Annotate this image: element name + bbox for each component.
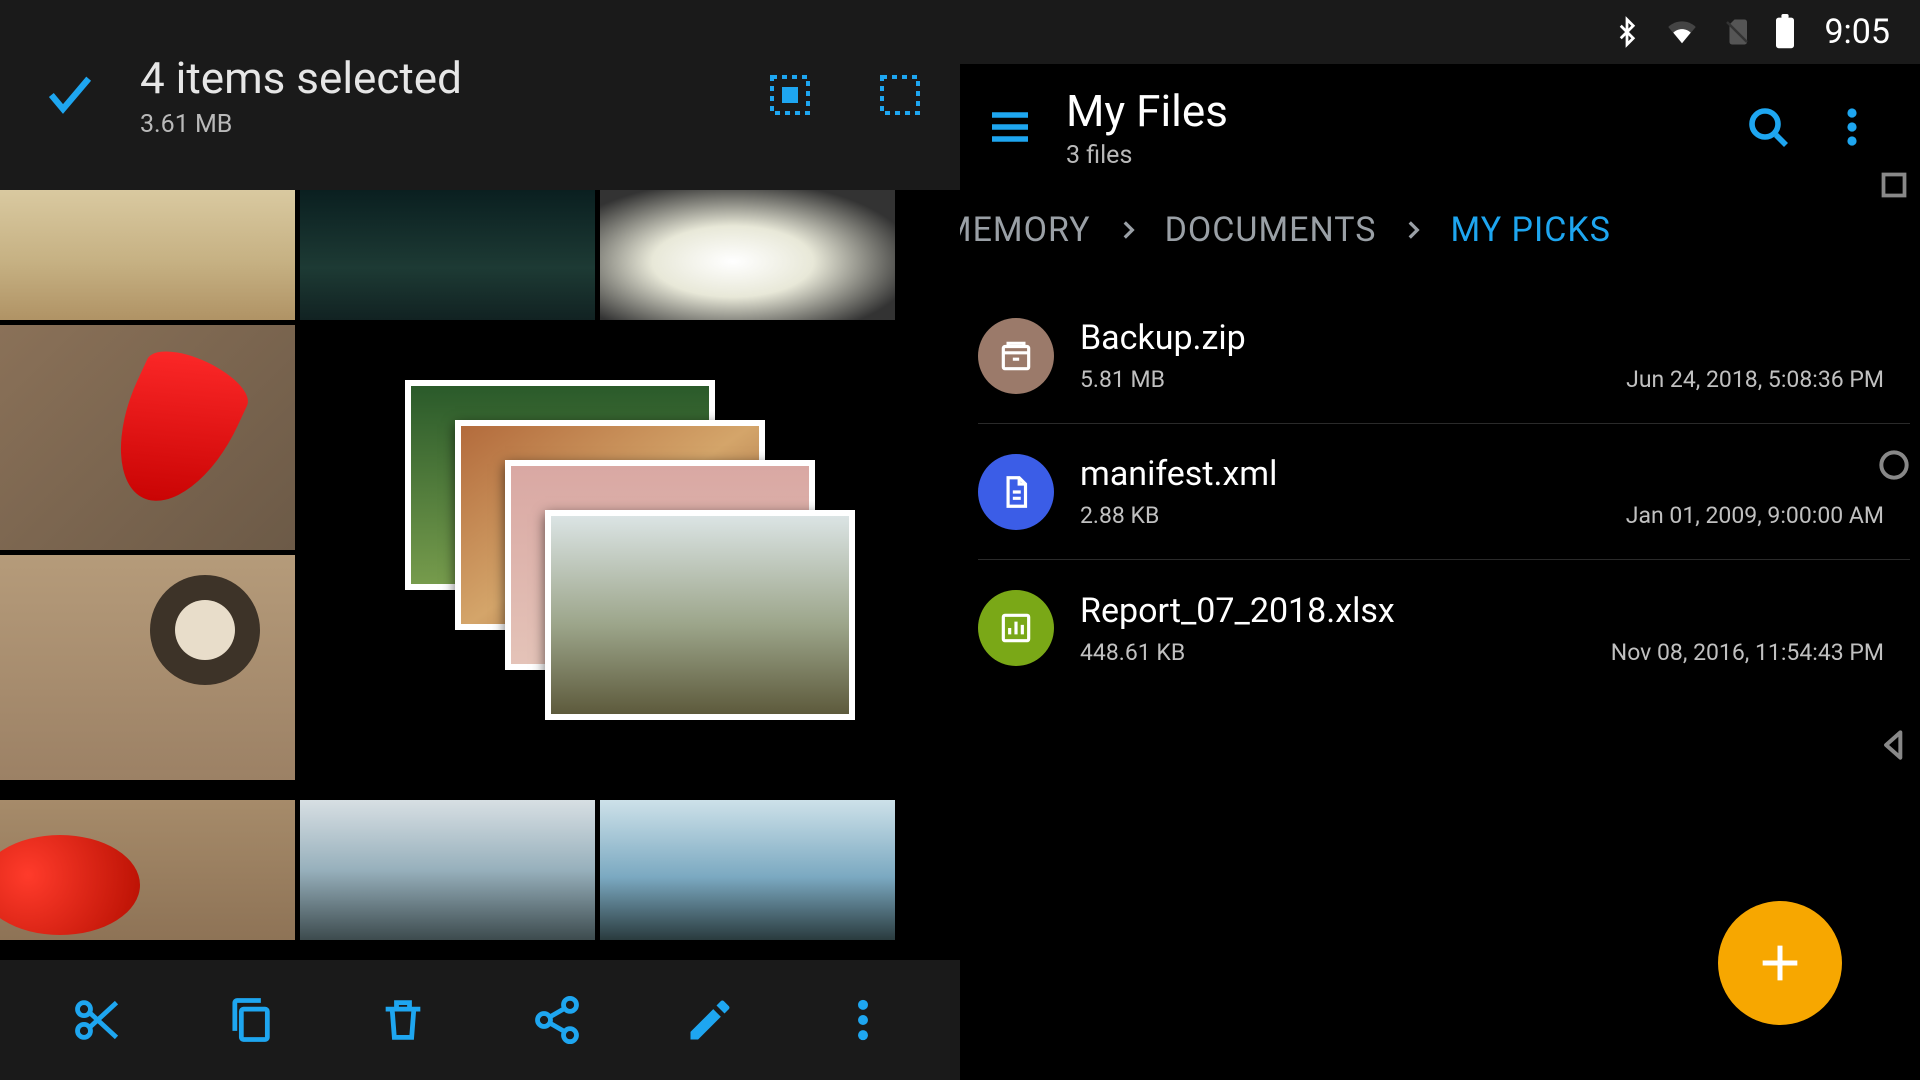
battery-icon: [1774, 14, 1796, 50]
file-type-icon: [978, 590, 1054, 666]
deselect-all-button[interactable]: [870, 65, 930, 125]
wifi-icon: [1664, 17, 1700, 47]
files-title: My Files: [1066, 85, 1712, 137]
more-button[interactable]: [828, 985, 898, 1055]
no-sim-icon: [1722, 15, 1752, 49]
file-type-icon: [978, 454, 1054, 530]
files-title-block: My Files 3 files: [1066, 85, 1712, 170]
file-date: Nov 08, 2016, 11:54:43 PM: [1611, 639, 1884, 666]
files-count: 3 files: [1066, 141, 1712, 170]
status-bar: 9:05: [960, 0, 1920, 64]
back-button[interactable]: [1869, 720, 1919, 770]
file-size: 5.81 MB: [1080, 366, 1165, 393]
photo-thumb[interactable]: [300, 190, 595, 320]
delete-button[interactable]: [368, 985, 438, 1055]
file-row[interactable]: manifest.xml 2.88 KB Jan 01, 2009, 9:00:…: [978, 424, 1910, 560]
status-time: 9:05: [1824, 12, 1890, 52]
add-button[interactable]: [1718, 901, 1842, 1025]
breadcrumb-item-active[interactable]: MY PICKS: [1450, 210, 1610, 250]
selection-size: 3.61 MB: [140, 110, 710, 139]
breadcrumb-item[interactable]: AL MEMORY: [960, 210, 1091, 250]
file-name: Report_07_2018.xlsx: [1080, 591, 1884, 631]
photo-thumb[interactable]: [0, 800, 295, 940]
photo-thumb[interactable]: [600, 190, 895, 320]
home-button[interactable]: [1869, 440, 1919, 490]
overview-button[interactable]: [1869, 160, 1919, 210]
file-size: 2.88 KB: [1080, 502, 1159, 529]
edit-button[interactable]: [675, 985, 745, 1055]
file-type-icon: [978, 318, 1054, 394]
file-row[interactable]: Report_07_2018.xlsx 448.61 KB Nov 08, 20…: [978, 560, 1910, 696]
chevron-right-icon: [1400, 217, 1426, 243]
file-date: Jan 01, 2009, 9:00:00 AM: [1626, 502, 1884, 529]
breadcrumb-item[interactable]: DOCUMENTS: [1165, 210, 1377, 250]
photo-grid[interactable]: [0, 190, 960, 960]
system-navbar: [1858, 160, 1920, 770]
photo-thumb[interactable]: [600, 800, 895, 940]
bluetooth-icon: [1612, 15, 1642, 49]
file-size: 448.61 KB: [1080, 639, 1185, 666]
selection-title: 4 items selected: [140, 52, 710, 104]
search-button[interactable]: [1740, 99, 1796, 155]
photo-thumb[interactable]: [0, 555, 295, 780]
selection-title-block: 4 items selected 3.61 MB: [140, 52, 710, 139]
confirm-selection-button[interactable]: [30, 55, 110, 135]
file-name: manifest.xml: [1080, 454, 1884, 494]
selection-topbar: 4 items selected 3.61 MB: [0, 0, 960, 190]
file-date: Jun 24, 2018, 5:08:36 PM: [1626, 366, 1884, 393]
copy-button[interactable]: [215, 985, 285, 1055]
files-topbar: My Files 3 files: [960, 64, 1920, 190]
file-name: Backup.zip: [1080, 318, 1884, 358]
action-toolbar: [0, 960, 960, 1080]
cut-button[interactable]: [62, 985, 132, 1055]
menu-button[interactable]: [982, 99, 1038, 155]
file-info: Backup.zip 5.81 MB Jun 24, 2018, 5:08:36…: [1080, 318, 1884, 393]
chevron-right-icon: [1115, 217, 1141, 243]
photo-thumb[interactable]: [300, 800, 595, 940]
select-all-button[interactable]: [760, 65, 820, 125]
file-info: manifest.xml 2.88 KB Jan 01, 2009, 9:00:…: [1080, 454, 1884, 529]
breadcrumb[interactable]: AL MEMORY DOCUMENTS MY PICKS: [960, 190, 1920, 270]
overflow-button[interactable]: [1824, 99, 1880, 155]
photo-thumb[interactable]: [0, 190, 295, 320]
gallery-selection-view: 4 items selected 3.61 MB: [0, 0, 960, 1080]
file-row[interactable]: Backup.zip 5.81 MB Jun 24, 2018, 5:08:36…: [978, 288, 1910, 424]
photo-thumb[interactable]: [0, 325, 295, 550]
file-info: Report_07_2018.xlsx 448.61 KB Nov 08, 20…: [1080, 591, 1884, 666]
file-manager-view: 9:05 My Files 3 files AL MEMORY DOCUMENT…: [960, 0, 1920, 1080]
share-button[interactable]: [522, 985, 592, 1055]
selected-photo-stack[interactable]: [405, 380, 855, 730]
